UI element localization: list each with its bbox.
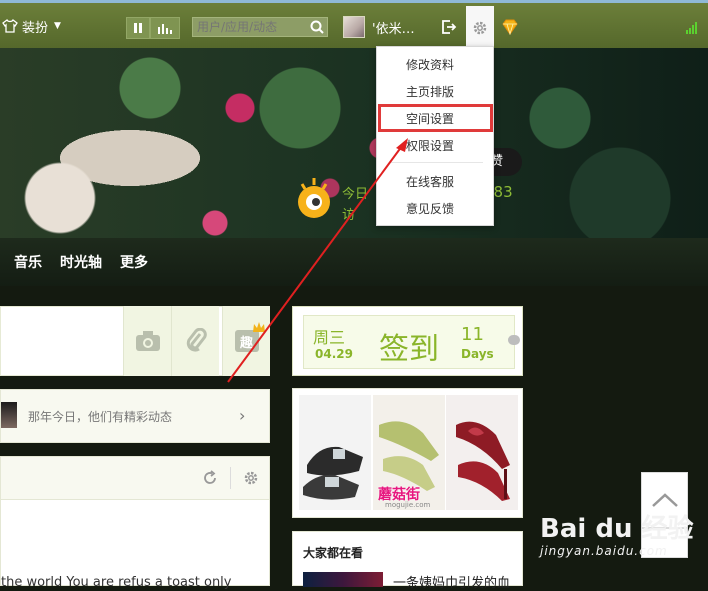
settings-button[interactable] (466, 6, 494, 50)
equalizer-button[interactable] (150, 17, 180, 39)
dress-up-button[interactable]: 装扮 ▼ (2, 15, 61, 37)
divider (230, 467, 231, 489)
crown-icon (252, 322, 265, 332)
shoe-image-3 (446, 395, 518, 510)
avatar[interactable] (343, 16, 365, 38)
checkin-date: 04.29 (315, 347, 353, 361)
total-visits-label: 访 (342, 208, 356, 223)
nav-more[interactable]: 更多 (120, 252, 148, 272)
menu-home-layout[interactable]: 主页排版 (377, 79, 493, 106)
gear-icon[interactable] (243, 470, 259, 486)
checkin-label[interactable]: 签到 (379, 324, 439, 368)
ad-banner[interactable]: 蘑菇街 mogujie.com (292, 388, 523, 518)
gear-icon (473, 21, 487, 35)
feed-card: the world You are refus a toast only (0, 456, 270, 590)
signal-icon (686, 22, 697, 34)
fun-badge: 趣 (234, 322, 265, 352)
chevron-right-icon[interactable]: › (239, 406, 245, 425)
chevron-down-icon: ▼ (54, 21, 61, 31)
checkin-card[interactable]: 周三 04.29 签到 11 Days (292, 306, 523, 376)
refresh-icon[interactable] (202, 470, 218, 486)
menu-edit-profile[interactable]: 修改资料 (377, 52, 493, 79)
photo-button[interactable] (123, 306, 171, 376)
menu-divider (391, 162, 483, 163)
pause-icon (134, 23, 142, 33)
watermark-site: jingyan.baidu.com (540, 544, 668, 558)
checkin-toggle[interactable] (508, 335, 520, 345)
nav-timeline[interactable]: 时光轴 (60, 252, 102, 272)
shirt-icon (2, 19, 18, 33)
attach-button[interactable] (171, 306, 219, 376)
menu-online-support[interactable]: 在线客服 (377, 169, 493, 196)
history-avatar (1, 402, 17, 428)
ad-domain: mogujie.com (385, 501, 431, 509)
feed-header (1, 457, 269, 500)
feed-post-text: the world You are refus a toast only (1, 575, 232, 590)
paperclip-icon (186, 328, 207, 352)
pause-music-button[interactable] (126, 17, 150, 39)
space-nav: 音乐 时光轴 更多 (0, 238, 708, 286)
shoe-image-1 (299, 395, 371, 510)
camera-icon (135, 331, 160, 351)
everyone-watching-card: 大家都在看 一条姨妈巾引发的血 (292, 531, 523, 591)
checkin-days-label: Days (461, 347, 494, 361)
everyone-title: 大家都在看 (303, 546, 364, 560)
menu-permission-settings[interactable]: 权限设置 (377, 133, 493, 160)
annotation-highlight-box (378, 104, 493, 132)
username[interactable]: '依米… (372, 18, 415, 37)
chevron-up-icon (651, 493, 678, 507)
everyone-thumbnail[interactable] (303, 572, 383, 587)
fun-button[interactable]: 趣 (222, 306, 270, 376)
fun-label: 趣 (239, 335, 253, 351)
equalizer-icon (158, 24, 172, 34)
today-visits-label: 今日 (342, 187, 369, 202)
logout-icon[interactable] (441, 19, 457, 35)
top-toolbar: 装扮 ▼ '依米… (0, 0, 708, 50)
search-input[interactable] (192, 17, 328, 37)
diamond-icon[interactable] (501, 19, 519, 35)
dress-up-label: 装扮 (22, 20, 49, 36)
menu-feedback[interactable]: 意见反馈 (377, 196, 493, 223)
eye-mascot-icon (298, 178, 330, 218)
watermark-logo: Bai du 经验 (540, 514, 694, 544)
everyone-headline[interactable]: 一条姨妈巾引发的血 (393, 572, 510, 591)
checkin-days-count: 11 (461, 324, 484, 345)
nav-music[interactable]: 音乐 (14, 252, 42, 272)
history-today-card[interactable]: 那年今日，他们有精彩动态 › (0, 389, 270, 443)
baidu-watermark: Bai du 经验 jingyan.baidu.com (540, 508, 708, 586)
history-text: 那年今日，他们有精彩动态 (28, 410, 173, 424)
settings-dropdown: 修改资料 主页排版 空间设置 权限设置 在线客服 意见反馈 (376, 46, 494, 226)
search-icon[interactable] (310, 20, 324, 34)
checkin-weekday: 周三 (313, 328, 346, 347)
